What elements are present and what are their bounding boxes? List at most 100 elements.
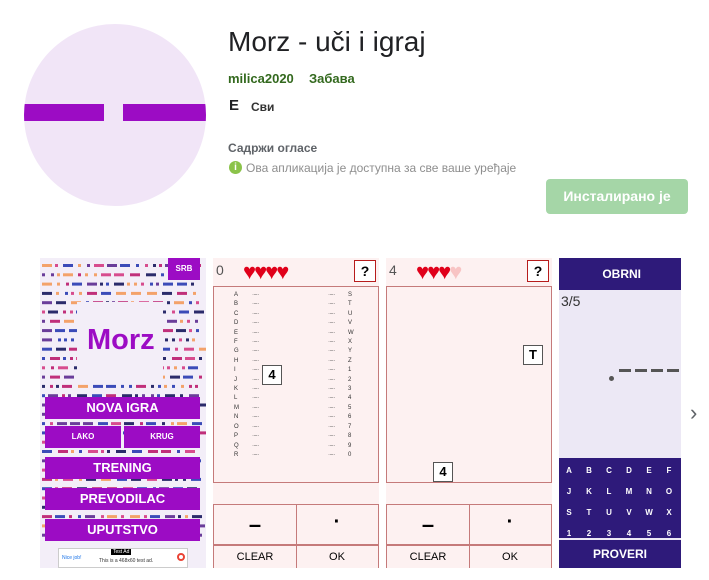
morse-pattern-mark [42, 515, 52, 519]
morse-pattern-mark [69, 515, 72, 519]
game-topbar: 0 ♥♥♥♥ ? [213, 258, 379, 285]
game-topbar: 4 ♥♥♥♥ ? [386, 258, 552, 285]
morse-code: ·–· [252, 423, 260, 430]
clear-button[interactable]: CLEAR [214, 545, 297, 568]
key-c[interactable]: C [599, 466, 619, 475]
ok-button[interactable]: OK [296, 545, 378, 568]
key-o[interactable]: O [659, 487, 679, 496]
morse-dash [667, 369, 679, 372]
new-game-button[interactable]: NOVA IGRA [45, 397, 200, 419]
help-button[interactable]: ? [354, 260, 376, 282]
flip-button[interactable]: OBRNI [559, 258, 681, 290]
morse-pattern-mark [177, 282, 187, 286]
key-5[interactable]: 5 [639, 529, 659, 538]
morse-letter: K [234, 386, 239, 393]
morse-pattern-mark [165, 338, 168, 342]
morse-pattern-mark [177, 422, 187, 426]
morse-code: ·–· [328, 367, 336, 374]
morse-pattern-mark [57, 273, 60, 277]
install-button[interactable]: Инсталирано је [546, 179, 688, 214]
key-e[interactable]: E [639, 466, 659, 475]
morse-dash [651, 369, 663, 372]
key-2[interactable]: 2 [579, 529, 599, 538]
heart-icon: ♥ [243, 259, 256, 284]
morse-pattern-mark [146, 273, 156, 277]
morse-pattern-mark [70, 310, 73, 314]
key-m[interactable]: M [619, 487, 639, 496]
morse-pattern-mark [196, 329, 199, 333]
key-f[interactable]: F [659, 466, 679, 475]
key-n[interactable]: N [639, 487, 659, 496]
instructions-button[interactable]: UPUTSTVO [45, 519, 200, 541]
key-b[interactable]: B [579, 466, 599, 475]
training-button[interactable]: TRENING [45, 457, 200, 479]
morse-pattern-mark [129, 384, 132, 388]
morse-pattern-mark [140, 422, 143, 426]
key-4[interactable]: 4 [619, 529, 639, 538]
circle-button[interactable]: KRUG [124, 426, 200, 448]
morse-letter: O [234, 423, 239, 430]
morse-pattern-mark [172, 384, 175, 388]
app-title: Morz - uči i igraj [228, 26, 426, 57]
key-k[interactable]: K [579, 487, 599, 496]
morse-pattern-mark [150, 282, 153, 286]
clear-button[interactable]: CLEAR [387, 545, 470, 568]
key-d[interactable]: D [619, 466, 639, 475]
screenshot-game-field[interactable]: 4 ♥♥♥♥ ? T 4 – · CLEAR OK [386, 258, 552, 568]
dash-button[interactable]: – [214, 505, 297, 545]
morse-pattern-mark [199, 357, 202, 360]
morse-pattern-mark [101, 450, 104, 453]
morse-pattern-mark [56, 291, 59, 295]
chevron-right-icon[interactable]: › [690, 400, 697, 426]
morse-pattern-mark [114, 282, 124, 286]
morse-pattern-mark [146, 422, 156, 426]
morse-pattern-mark [42, 291, 52, 295]
check-button[interactable]: PROVERI [559, 540, 681, 568]
developer-link[interactable]: milica2020 [228, 71, 294, 86]
morse-pattern-mark [88, 450, 98, 453]
morse-pattern-mark [70, 357, 73, 360]
key-w[interactable]: W [639, 508, 659, 517]
key-l[interactable]: L [599, 487, 619, 496]
morse-pattern-mark [192, 338, 195, 342]
morse-code: ·–· [328, 395, 336, 402]
key-u[interactable]: U [599, 508, 619, 517]
morse-letter: F [234, 339, 238, 346]
morse-letter: X [348, 339, 353, 346]
morse-code: ·–· [328, 423, 336, 430]
morse-pattern-mark [70, 422, 80, 426]
screenshot-main-menu[interactable]: SRB Morz NOVA IGRA LAKO KRUG TRENING PRE… [40, 258, 206, 568]
key-s[interactable]: S [559, 508, 579, 517]
key-x[interactable]: X [659, 508, 679, 517]
help-button[interactable]: ? [527, 260, 549, 282]
screenshot-game-table[interactable]: 0 ♥♥♥♥ ? ABCDEFGHIJKLMNOPQR ·–· ·–· ·–· ·–·… [213, 258, 379, 568]
morse-pattern-mark [121, 384, 124, 388]
morse-pattern-mark [42, 375, 45, 379]
morse-letter: P [234, 433, 239, 440]
morse-dash [635, 369, 647, 372]
easy-button[interactable]: LAKO [45, 426, 121, 448]
morse-code: ·–· [252, 310, 260, 317]
morse-pattern-mark [42, 357, 45, 360]
morse-pattern-mark [63, 310, 66, 314]
key-t[interactable]: T [579, 508, 599, 517]
key-v[interactable]: V [619, 508, 639, 517]
category-link[interactable]: Забава [309, 71, 355, 86]
key-1[interactable]: 1 [559, 529, 579, 538]
key-j[interactable]: J [559, 487, 579, 496]
morse-pattern-mark [107, 515, 117, 519]
ad-banner[interactable]: Nice job! Test Ad This is a 468x60 test … [58, 548, 188, 568]
ok-button[interactable]: OK [469, 545, 551, 568]
morse-letter: N [234, 414, 239, 421]
morse-code: ·–· [252, 404, 260, 411]
morse-pattern-mark [50, 357, 60, 360]
dash-button[interactable]: – [387, 505, 470, 545]
dot-button[interactable]: · [296, 505, 378, 545]
key-6[interactable]: 6 [659, 529, 679, 538]
key-3[interactable]: 3 [599, 529, 619, 538]
input-row: – · [213, 504, 379, 546]
dot-button[interactable]: · [469, 505, 551, 545]
translator-button[interactable]: PREVODILAC [45, 488, 200, 510]
screenshot-flip-card[interactable]: OBRNI 3/5 ABCDEF JKLMNO STUVWX 123456 PROVE… [559, 258, 681, 568]
key-a[interactable]: A [559, 466, 579, 475]
